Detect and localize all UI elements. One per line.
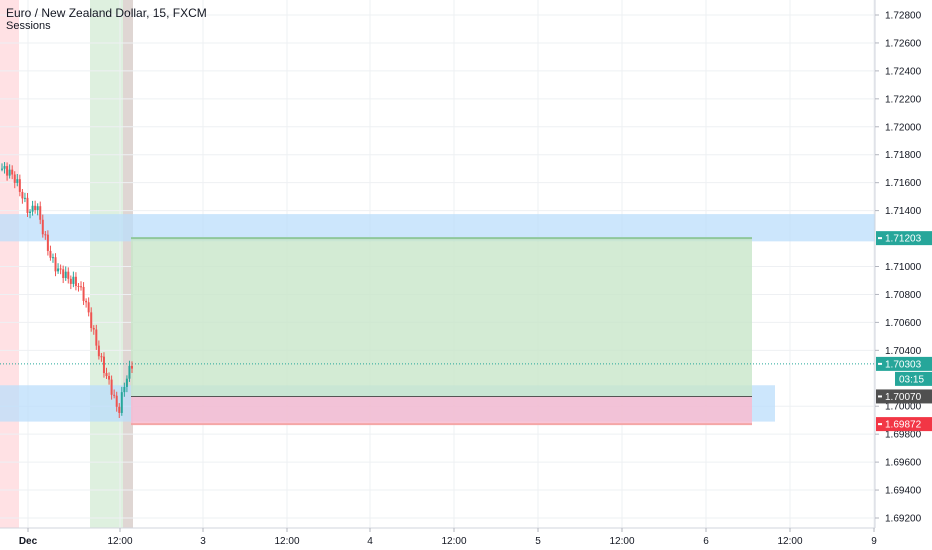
price-tick-label: 1.71400	[885, 206, 922, 217]
candle-body	[34, 205, 37, 211]
candle-body	[118, 406, 121, 413]
price-tick-label: 1.71600	[885, 178, 922, 189]
candle-body	[69, 278, 72, 284]
price-tick-label: 1.69400	[885, 486, 922, 497]
stop-price-tag-label: 1.69872	[885, 420, 922, 431]
price-tick-label: 1.72600	[885, 38, 922, 49]
candle-body	[46, 234, 49, 251]
candle-body	[113, 394, 116, 396]
price-tick-label: 1.72000	[885, 122, 922, 133]
time-tick-label: 4	[367, 536, 373, 547]
target-price-tag-label: 1.71203	[885, 234, 922, 245]
time-tick-label: 12:00	[107, 536, 132, 547]
session-bg-red	[0, 0, 19, 528]
candle-body	[1, 168, 3, 170]
time-tick-label: 12:00	[609, 536, 634, 547]
candle-body	[62, 269, 65, 279]
candle-body	[80, 286, 83, 288]
candle-body	[64, 271, 67, 279]
price-tick-label: 1.71000	[885, 262, 922, 273]
indicator-label[interactable]: Sessions	[6, 20, 51, 32]
candle-body	[128, 365, 131, 379]
candle-body	[110, 379, 113, 395]
candle-body	[131, 365, 133, 369]
candle-body	[26, 197, 29, 213]
price-tick-label: 1.69600	[885, 458, 922, 469]
time-tick-label: 12:00	[441, 536, 466, 547]
candle-body	[41, 219, 44, 235]
price-tick-label: 1.72200	[885, 94, 922, 105]
candle-body	[90, 312, 93, 329]
entry-price-tag-label: 1.70070	[885, 392, 922, 403]
candle-body	[115, 395, 118, 407]
candle-body	[31, 205, 34, 212]
candle-body	[82, 286, 85, 301]
price-tick-label: 1.69200	[885, 514, 922, 525]
session-bg-green	[90, 0, 123, 528]
candle-body	[108, 376, 111, 380]
time-tick-label: 5	[535, 536, 541, 547]
candle-body	[77, 285, 80, 287]
candle-body	[67, 271, 70, 279]
price-tick-label: 1.72400	[885, 66, 922, 77]
price-tick-label: 1.70400	[885, 346, 922, 357]
candle-body	[95, 329, 98, 346]
chart-canvas[interactable]: 1.72800 1.72600 1.72400 1.72200 1.72000 1.718…	[0, 0, 932, 550]
candle-body	[54, 257, 57, 272]
time-tick-label: 9	[871, 536, 877, 547]
candle-body	[92, 328, 95, 330]
candle-body	[13, 174, 16, 184]
candle-body	[100, 356, 103, 358]
candle-body	[105, 373, 108, 377]
current-price-tag-label: 1.70303	[885, 359, 922, 370]
candle-body	[3, 166, 6, 169]
target-price-tag-mark	[878, 237, 882, 240]
candle-body	[36, 206, 39, 211]
candle-body	[57, 268, 60, 272]
candle-body	[72, 276, 75, 284]
candle-body	[44, 234, 47, 236]
candle-body	[16, 179, 19, 184]
price-tick-label: 1.72800	[885, 11, 922, 22]
candle-body	[85, 300, 88, 303]
price-tick-label: 1.69800	[885, 430, 922, 441]
loss-zone[interactable]	[131, 396, 752, 425]
candle-body	[21, 191, 24, 199]
candle-body	[51, 257, 54, 259]
trading-chart[interactable]: 1.72800 1.72600 1.72400 1.72200 1.72000 1.718…	[0, 0, 932, 550]
entry-price-tag-mark	[878, 395, 882, 398]
candle-body	[6, 166, 9, 176]
candle-body	[120, 392, 123, 413]
candle-body	[87, 302, 90, 313]
time-tick-label: Dec	[19, 536, 38, 547]
symbol-title: Euro / New Zealand Dollar, 15, FXCM	[6, 6, 207, 20]
candle-body	[59, 268, 62, 270]
profit-zone[interactable]	[131, 238, 752, 397]
candle-body	[29, 211, 32, 213]
candle-body	[23, 197, 26, 199]
candle-body	[39, 206, 42, 220]
price-tick-label: 1.70800	[885, 290, 922, 301]
price-tick-label: 1.70600	[885, 318, 922, 329]
candle-body	[11, 169, 14, 175]
candle-body	[125, 378, 128, 387]
time-tick-label: 12:00	[274, 536, 299, 547]
candle-body	[102, 356, 105, 374]
current-price-tag-mark	[878, 362, 882, 365]
candle-body	[74, 276, 77, 286]
time-tick-label: 12:00	[777, 536, 802, 547]
candle-body	[97, 345, 100, 357]
time-tick-label: 6	[703, 536, 709, 547]
stop-price-tag-mark	[878, 423, 882, 426]
candle-body	[8, 169, 11, 176]
time-tick-label: 3	[200, 536, 206, 547]
candle-body	[123, 386, 126, 393]
candle-body	[49, 250, 52, 258]
countdown-label: 03:15	[899, 374, 924, 385]
candle-body	[18, 179, 21, 192]
price-tick-label: 1.71800	[885, 150, 922, 161]
